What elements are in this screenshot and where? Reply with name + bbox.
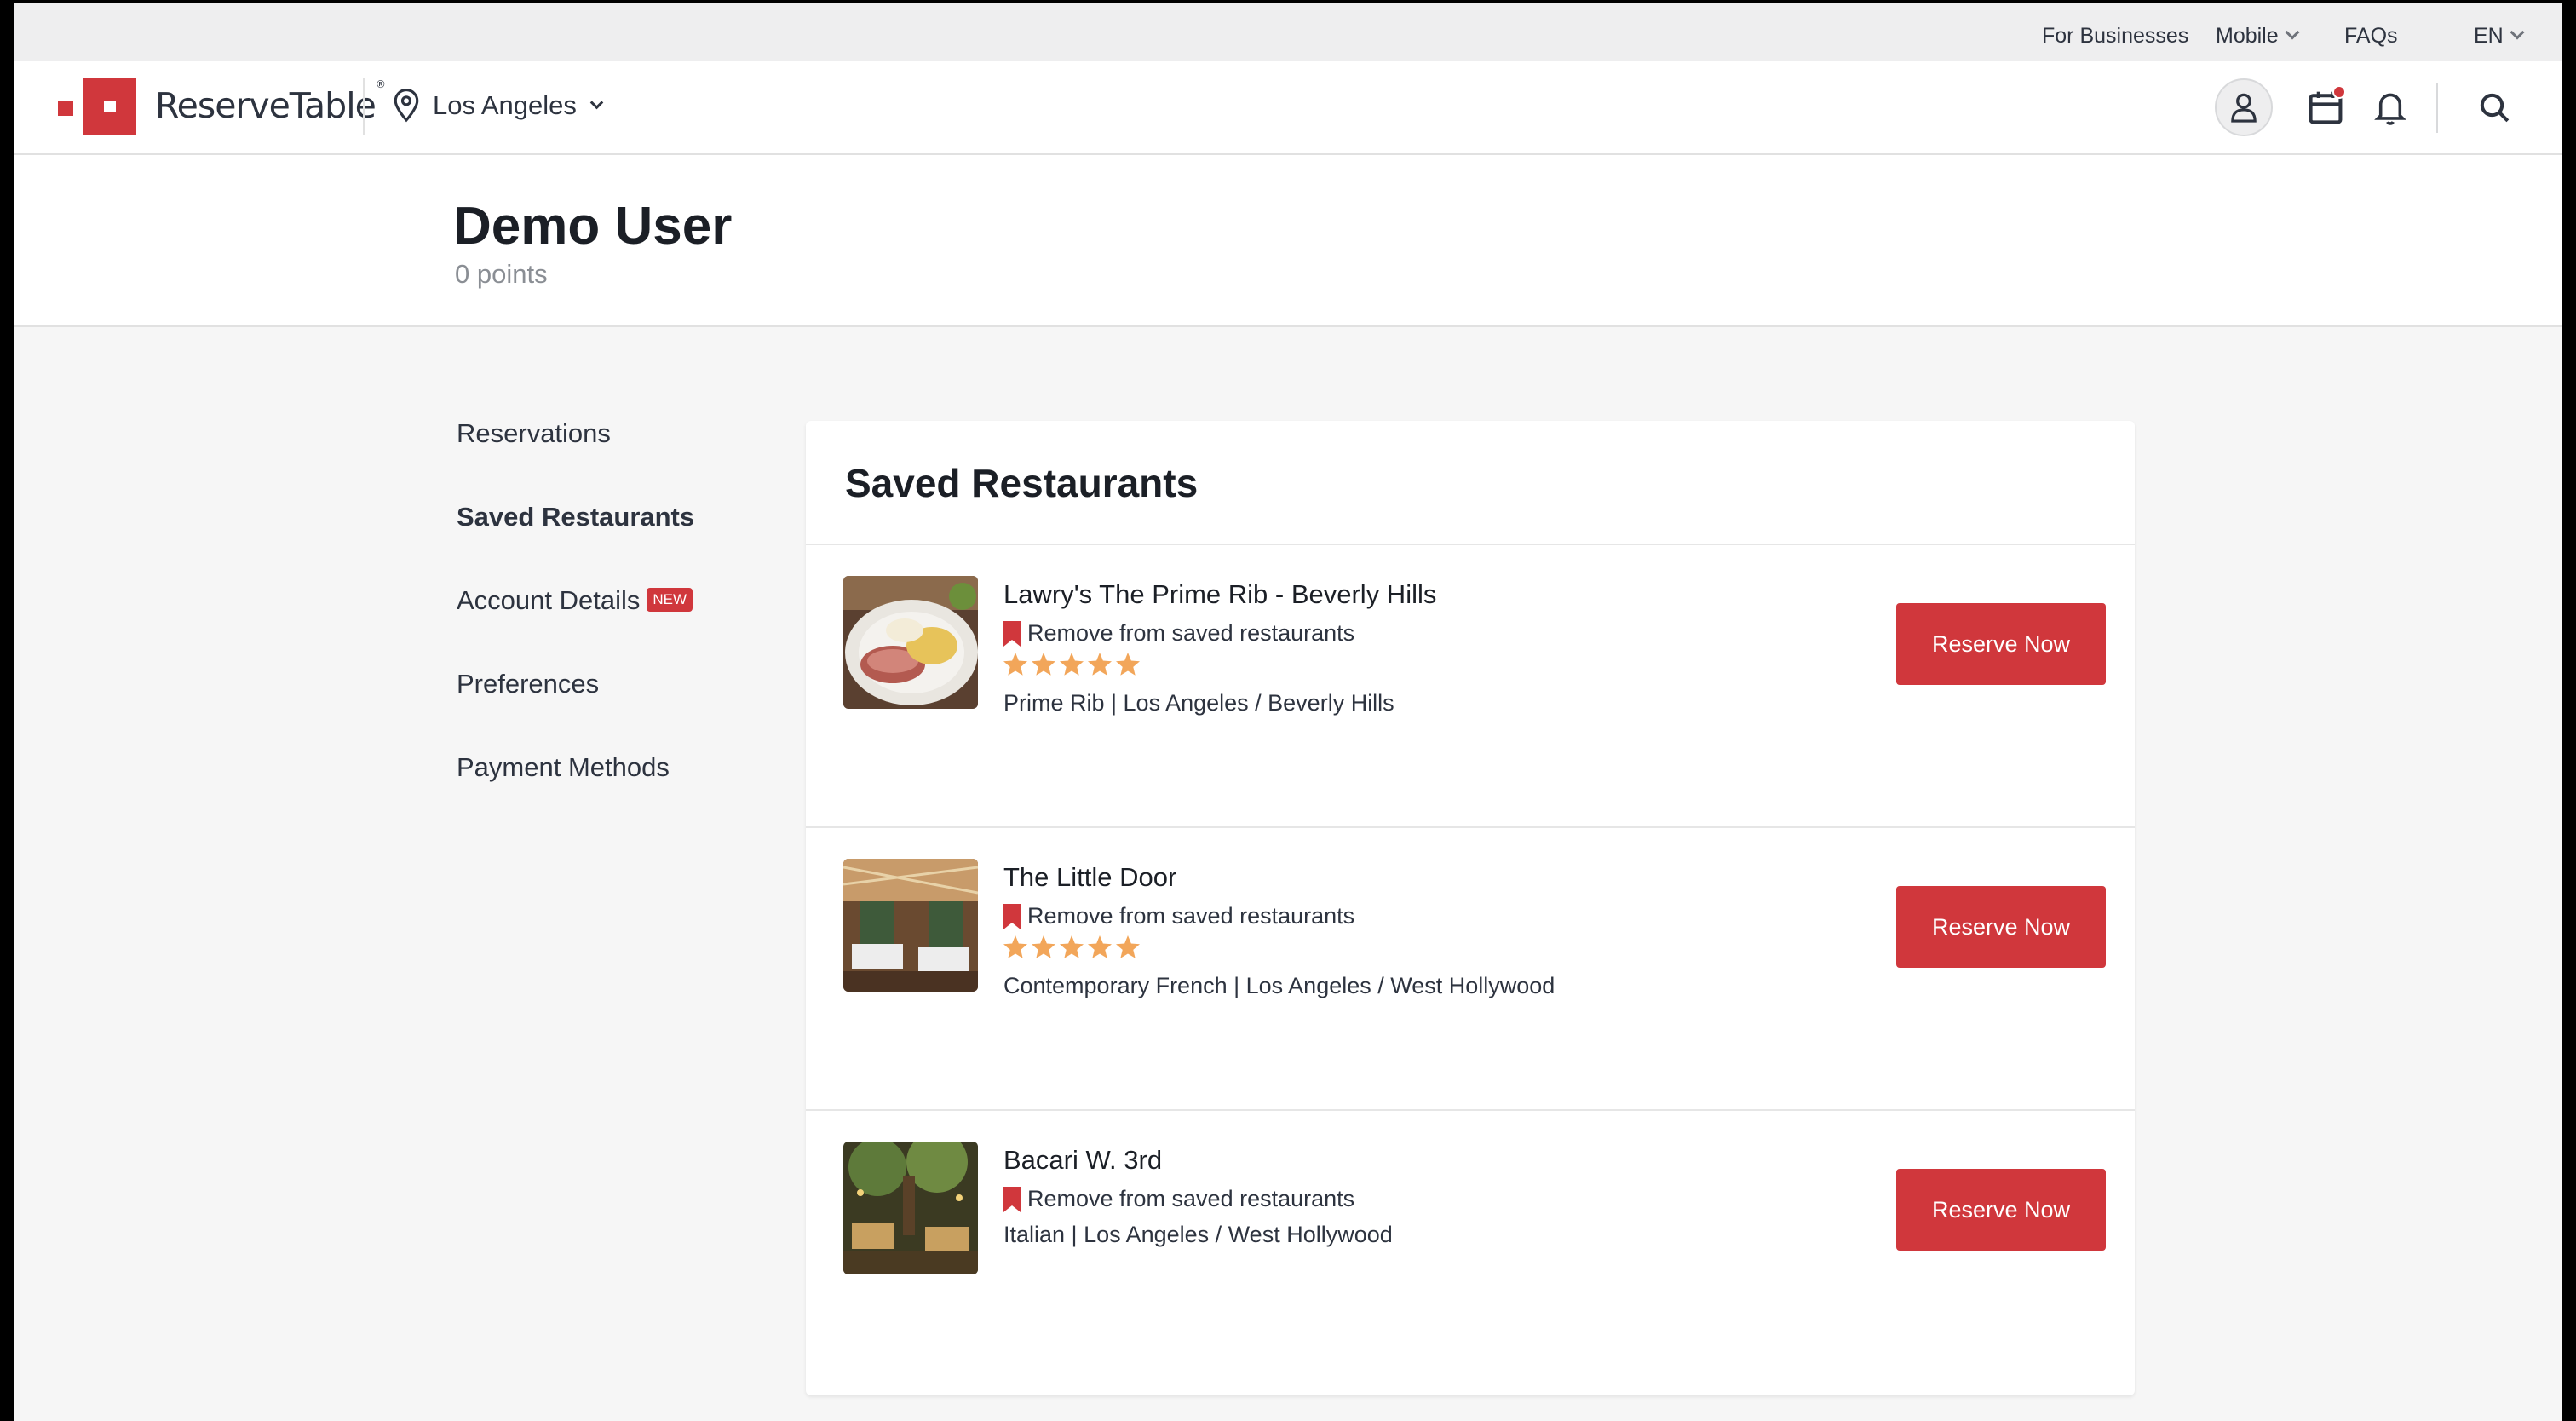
location-label: Los Angeles: [433, 90, 577, 120]
restaurant-name[interactable]: The Little Door: [1003, 862, 1176, 893]
remove-saved-link[interactable]: Remove from saved restaurants: [1003, 903, 1354, 929]
logo-mark-small: [58, 101, 73, 116]
star-icon: [1003, 935, 1027, 958]
restaurant-name[interactable]: Bacari W. 3rd: [1003, 1145, 1162, 1176]
restaurant-meta: Contemporary French | Los Angeles / West…: [1003, 973, 1555, 998]
header-divider: [363, 78, 365, 135]
new-badge: NEW: [647, 588, 693, 612]
restaurant-row: Lawry's The Prime Rib - Beverly Hills Re…: [806, 545, 2135, 826]
star-icon: [1088, 653, 1112, 676]
mobile-menu[interactable]: Mobile: [2216, 22, 2300, 49]
saved-restaurants-card: Saved Restaurants Lawry's The Prime Rib …: [806, 421, 2135, 1395]
remove-saved-label: Remove from saved restaurants: [1027, 620, 1355, 646]
restaurant-photo[interactable]: [843, 859, 978, 992]
user-name: Demo User: [453, 197, 733, 256]
user-icon: [2231, 93, 2257, 123]
reserve-now-button[interactable]: Reserve Now: [1896, 886, 2106, 968]
profile-header: Demo User 0 points: [14, 155, 2562, 327]
star-rating: [1002, 934, 1142, 961]
restaurant-meta: Italian | Los Angeles / West Hollywood: [1003, 1222, 1393, 1247]
section-title: Saved Restaurants: [845, 461, 1199, 505]
chevron-down-icon: [589, 95, 604, 109]
search-icon: [2480, 93, 2510, 123]
remove-saved-label: Remove from saved restaurants: [1027, 1186, 1355, 1211]
star-icon: [1116, 935, 1140, 958]
faqs-link[interactable]: FAQs: [2344, 22, 2398, 49]
remove-saved-link[interactable]: Remove from saved restaurants: [1003, 620, 1354, 647]
remove-saved-link[interactable]: Remove from saved restaurants: [1003, 1186, 1354, 1212]
star-icon: [1060, 653, 1084, 676]
map-pin-icon: [394, 89, 419, 123]
brand-name: ReserveTable®: [155, 78, 386, 126]
mobile-label: Mobile: [2216, 24, 2279, 48]
app-window: For Businesses Mobile FAQs EN ReserveTab…: [14, 3, 2562, 1421]
star-icon: [1032, 935, 1055, 958]
bookmark-icon: [1003, 903, 1021, 929]
star-icon: [1060, 935, 1084, 958]
language-selector[interactable]: EN: [2474, 22, 2525, 49]
header-separator: [2436, 83, 2438, 133]
main-header: ReserveTable® Los Angeles: [14, 61, 2562, 155]
restaurant-name[interactable]: Lawry's The Prime Rib - Beverly Hills: [1003, 579, 1436, 610]
profile-button[interactable]: [2215, 78, 2273, 136]
account-sidenav: Reservations Saved Restaurants Account D…: [457, 416, 694, 833]
language-label: EN: [2474, 24, 2504, 48]
restaurant-meta: Prime Rib | Los Angeles / Beverly Hills: [1003, 690, 1394, 716]
sidenav-item-label: Account Details: [457, 585, 641, 615]
sidenav-item-payment-methods[interactable]: Payment Methods: [457, 750, 694, 833]
location-selector[interactable]: Los Angeles: [392, 89, 604, 123]
bookmark-icon: [1003, 1186, 1021, 1212]
remove-saved-label: Remove from saved restaurants: [1027, 903, 1355, 929]
star-icon: [1032, 653, 1055, 676]
star-rating: [1002, 651, 1142, 678]
search-button[interactable]: [2472, 85, 2516, 129]
restaurant-photo[interactable]: [843, 576, 978, 709]
logo-mark: [83, 78, 136, 135]
star-icon: [1003, 653, 1027, 676]
user-points: 0 points: [455, 259, 548, 289]
notifications-button[interactable]: [2368, 85, 2412, 129]
star-icon: [1116, 653, 1140, 676]
sidenav-item-reservations[interactable]: Reservations: [457, 416, 694, 499]
reserve-now-button[interactable]: Reserve Now: [1896, 603, 2106, 685]
restaurant-row: Bacari W. 3rd Remove from saved restaura…: [806, 1111, 2135, 1392]
reservations-calendar-button[interactable]: [2303, 85, 2348, 129]
bell-icon: [2374, 93, 2406, 125]
reserve-now-button[interactable]: Reserve Now: [1896, 1169, 2106, 1251]
chevron-down-icon: [2510, 25, 2525, 40]
utility-bar: For Businesses Mobile FAQs EN: [14, 3, 2562, 61]
star-icon: [1088, 935, 1112, 958]
for-businesses-link[interactable]: For Businesses: [2042, 22, 2188, 49]
notification-dot: [2332, 85, 2346, 99]
bookmark-icon: [1003, 620, 1021, 647]
sidenav-item-saved-restaurants[interactable]: Saved Restaurants: [457, 499, 694, 583]
restaurant-photo[interactable]: [843, 1142, 978, 1274]
sidenav-item-preferences[interactable]: Preferences: [457, 666, 694, 750]
sidenav-item-account-details[interactable]: Account Details NEW: [457, 583, 694, 666]
restaurant-row: The Little Door Remove from saved restau…: [806, 828, 2135, 1109]
chevron-down-icon: [2285, 25, 2300, 40]
